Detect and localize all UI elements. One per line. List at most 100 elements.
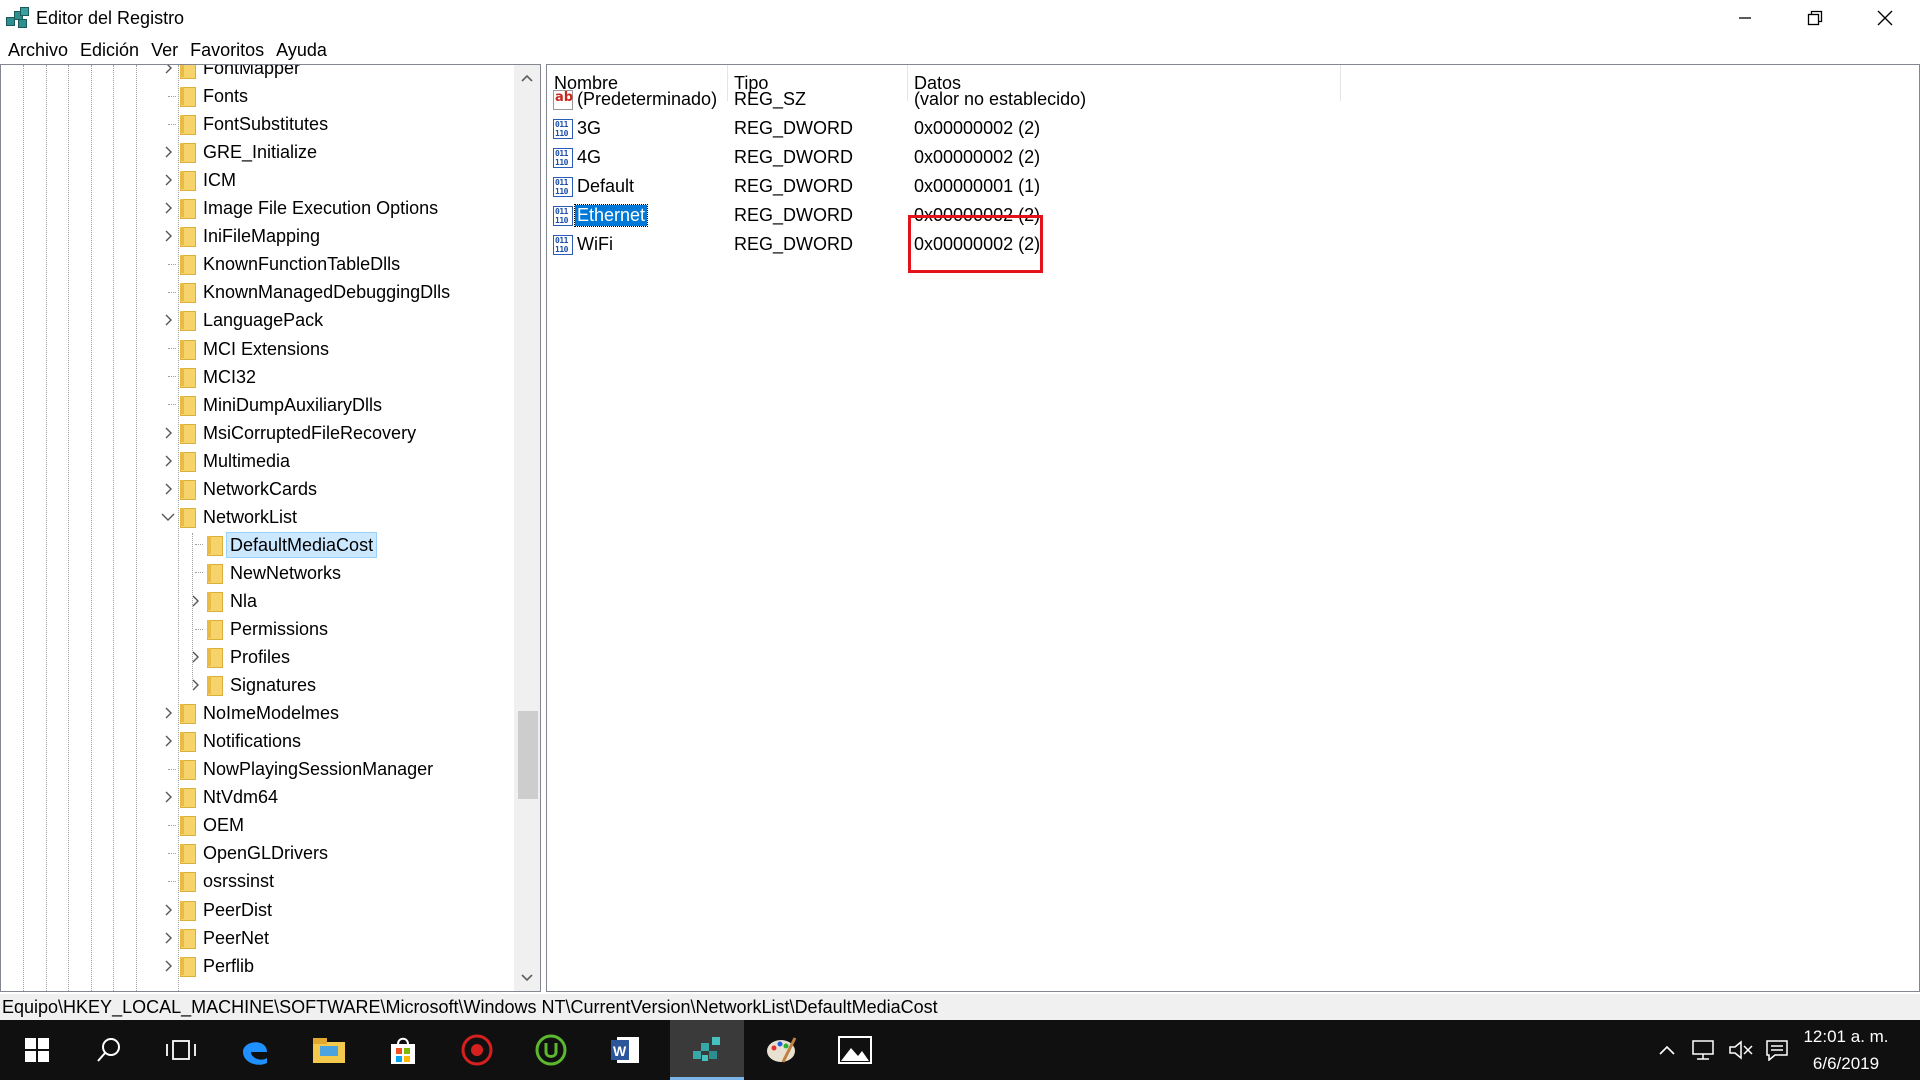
restore-button[interactable] <box>1780 0 1850 36</box>
expand-chevron-right-icon[interactable] <box>160 166 176 194</box>
notifications-icon <box>1766 1040 1788 1061</box>
tree-item[interactable]: Permissions <box>195 615 331 643</box>
menu-ver[interactable]: Ver <box>145 36 184 64</box>
tray-overflow-button[interactable] <box>1652 1020 1682 1080</box>
tree-item[interactable]: IniFileMapping <box>165 222 323 250</box>
close-button[interactable] <box>1850 0 1920 36</box>
expand-chevron-right-icon[interactable] <box>187 587 203 615</box>
expand-chevron-right-icon[interactable] <box>187 671 203 699</box>
registry-tree[interactable]: FontMapper Fonts FontSubstitutes GRE_Initia… <box>0 64 541 992</box>
tree-item[interactable]: LanguagePack <box>165 306 326 334</box>
expand-chevron-right-icon[interactable] <box>160 475 176 503</box>
start-button[interactable] <box>0 1020 74 1080</box>
folder-icon <box>207 675 223 697</box>
expand-chevron-right-icon[interactable] <box>160 194 176 222</box>
tree-item[interactable]: ICM <box>165 166 239 194</box>
tree-item[interactable]: FontMapper <box>165 65 303 82</box>
expand-chevron-right-icon[interactable] <box>160 65 176 82</box>
folder-icon <box>180 395 196 416</box>
tray-network[interactable] <box>1684 1020 1722 1080</box>
folder-icon <box>180 142 196 164</box>
tree-item[interactable]: DefaultMediaCost <box>195 531 378 559</box>
tree-item[interactable]: MsiCorruptedFileRecovery <box>165 419 419 447</box>
taskbar-edge[interactable] <box>218 1020 292 1080</box>
expand-chevron-right-icon[interactable] <box>160 306 176 334</box>
expand-chevron-right-icon[interactable] <box>160 447 176 475</box>
value-row[interactable]: 011 110 WiFi REG_DWORD 0x00000002 (2) <box>547 230 1917 259</box>
expand-chevron-right-icon[interactable] <box>160 727 176 755</box>
menu-ayuda[interactable]: Ayuda <box>270 36 333 64</box>
scroll-down-button[interactable] <box>514 965 540 991</box>
expand-chevron-right-icon[interactable] <box>160 419 176 447</box>
expand-chevron-right-icon[interactable] <box>160 924 176 952</box>
tree-item[interactable]: KnownFunctionTableDlls <box>168 250 403 278</box>
tree-item[interactable]: PeerDist <box>165 896 275 924</box>
tree-item-label: Signatures <box>230 675 317 696</box>
task-view-button[interactable] <box>144 1020 218 1080</box>
tree-item[interactable]: Nla <box>192 587 260 615</box>
expand-chevron-right-icon[interactable] <box>160 896 176 924</box>
menu-edicion[interactable]: Edición <box>74 36 145 64</box>
tree-item[interactable]: NewNetworks <box>195 559 344 587</box>
tree-item[interactable]: NtVdm64 <box>165 783 281 811</box>
values-list[interactable]: Nombre Tipo Datos ab (Predeterminado) REG_… <box>546 64 1920 992</box>
value-type: REG_SZ <box>734 89 807 109</box>
expand-chevron-right-icon[interactable] <box>160 138 176 166</box>
tray-volume[interactable] <box>1722 1020 1760 1080</box>
folder-icon <box>180 928 196 949</box>
tree-item[interactable]: MCI Extensions <box>168 335 332 363</box>
tree-item[interactable]: FontSubstitutes <box>168 110 331 138</box>
taskbar-security-app[interactable] <box>440 1020 514 1080</box>
folder-icon <box>180 310 196 332</box>
tree-item-label: FontSubstitutes <box>203 114 329 135</box>
value-row[interactable]: ab (Predeterminado) REG_SZ (valor no establ… <box>547 85 1917 114</box>
expand-chevron-right-icon[interactable] <box>187 643 203 671</box>
taskbar-utorrent[interactable] <box>514 1020 588 1080</box>
taskbar-explorer[interactable] <box>292 1020 366 1080</box>
tree-item[interactable]: GRE_Initialize <box>165 138 320 166</box>
tree-item[interactable]: NoImeModelmes <box>165 699 342 727</box>
action-center-button[interactable] <box>1758 1020 1796 1080</box>
value-row[interactable]: 011 110 Ethernet REG_DWORD 0x00000002 (2) <box>547 201 1917 230</box>
tree-item[interactable]: NowPlayingSessionManager <box>168 755 436 783</box>
tree-item[interactable]: Multimedia <box>165 447 293 475</box>
menu-favoritos[interactable]: Favoritos <box>184 36 270 64</box>
expand-chevron-right-icon[interactable] <box>160 783 176 811</box>
taskbar-store[interactable] <box>366 1020 440 1080</box>
tree-item[interactable]: MCI32 <box>168 363 259 391</box>
tree-item[interactable]: Notifications <box>165 727 304 755</box>
tree-item[interactable]: NetworkList <box>161 503 300 531</box>
value-row[interactable]: 011 110 Default REG_DWORD 0x00000001 (1) <box>547 172 1917 201</box>
tree-item[interactable]: PeerNet <box>165 924 272 952</box>
value-row[interactable]: 011 110 3G REG_DWORD 0x00000002 (2) <box>547 114 1917 143</box>
scroll-up-button[interactable] <box>514 65 540 91</box>
tree-item[interactable]: KnownManagedDebuggingDlls <box>168 278 453 306</box>
taskbar-word[interactable]: W <box>588 1020 662 1080</box>
tree-item[interactable]: OpenGLDrivers <box>168 839 331 867</box>
value-row[interactable]: 011 110 4G REG_DWORD 0x00000002 (2) <box>547 143 1917 172</box>
tree-item[interactable]: NetworkCards <box>165 475 320 503</box>
expand-chevron-right-icon[interactable] <box>160 222 176 250</box>
tree-item[interactable]: osrssinst <box>168 867 277 895</box>
expand-chevron-right-icon[interactable] <box>160 952 176 980</box>
search-button[interactable] <box>72 1020 146 1080</box>
tree-item[interactable]: OEM <box>168 811 247 839</box>
taskbar-photos[interactable] <box>818 1020 892 1080</box>
taskbar-regedit[interactable] <box>670 1020 744 1080</box>
menu-archivo[interactable]: Archivo <box>2 36 74 64</box>
tree-item[interactable]: Profiles <box>192 643 293 671</box>
tree-item[interactable]: Perflib <box>165 952 257 980</box>
tree-item[interactable]: Signatures <box>192 671 319 699</box>
expand-chevron-right-icon[interactable] <box>160 699 176 727</box>
minimize-button[interactable] <box>1710 0 1780 36</box>
collapse-chevron-down-icon[interactable] <box>160 503 176 531</box>
tree-item-label: KnownFunctionTableDlls <box>203 254 401 275</box>
taskbar-clock[interactable]: 12:01 a. m. 6/6/2019 <box>1796 1020 1896 1080</box>
scrollbar-thumb[interactable] <box>518 711 538 799</box>
tree-item[interactable]: Image File Execution Options <box>165 194 441 222</box>
tree-item[interactable]: Fonts <box>168 82 251 110</box>
tree-item-label: Profiles <box>230 647 291 668</box>
tree-item[interactable]: MiniDumpAuxiliaryDlls <box>168 391 385 419</box>
tree-scrollbar[interactable] <box>514 65 540 991</box>
taskbar-paint[interactable] <box>744 1020 818 1080</box>
